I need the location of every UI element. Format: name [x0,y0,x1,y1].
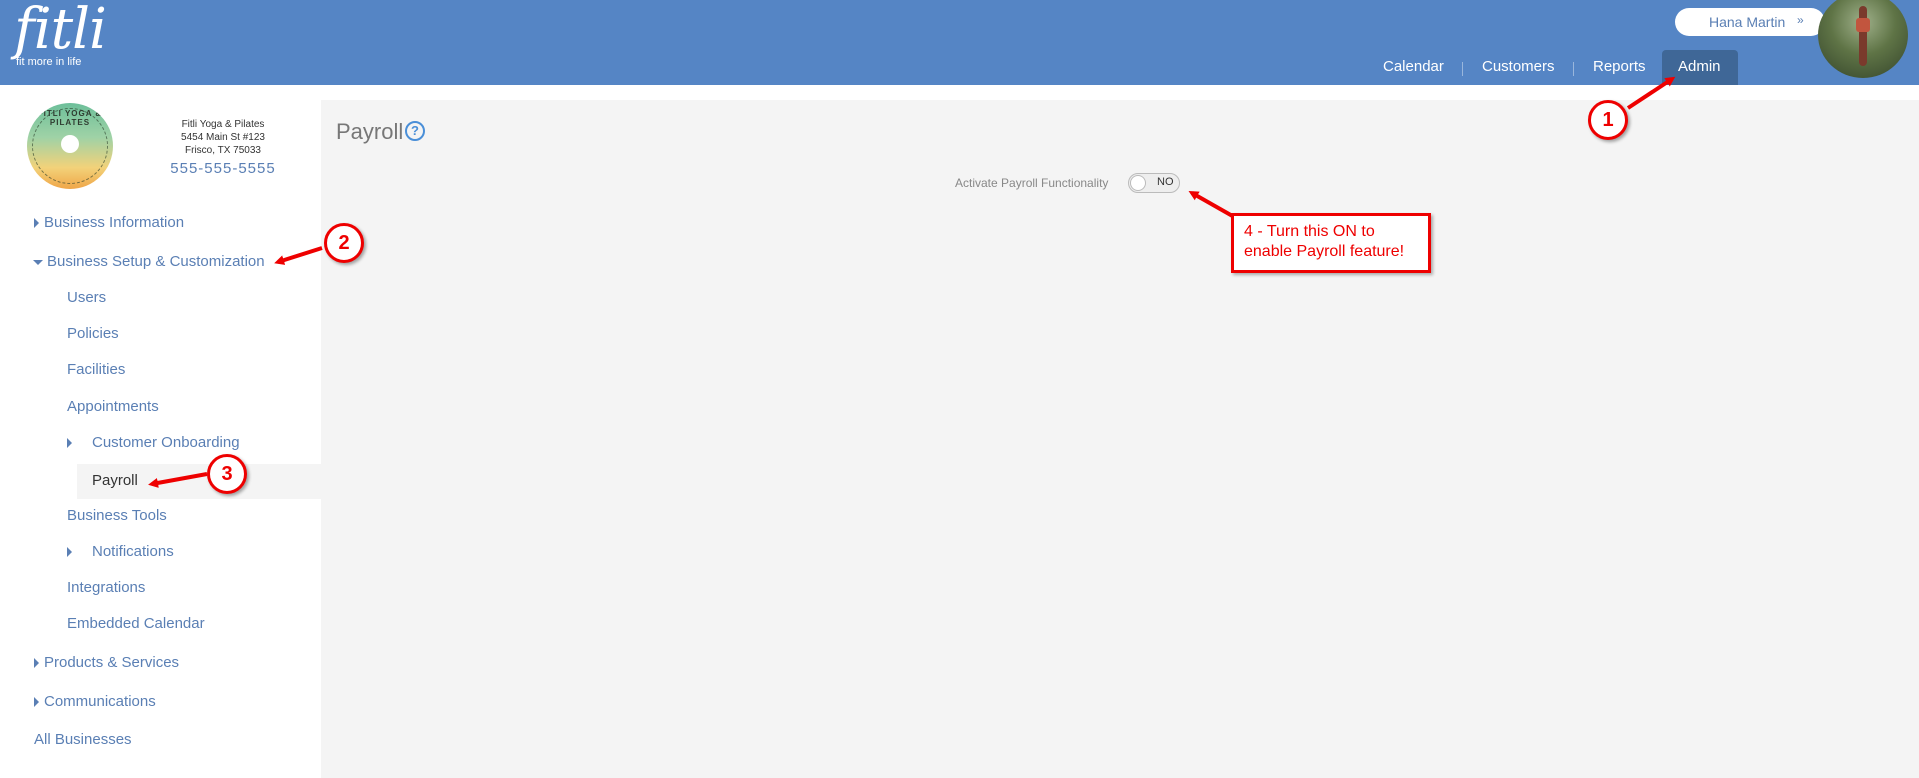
chevron-down-icon: » [1797,13,1804,27]
annotation-badge-1: 1 [1588,100,1628,140]
sidebar-item-payroll-label: Payroll [92,472,138,489]
nav-customers[interactable]: Customers [1482,58,1555,75]
sidebar-item-appointments[interactable]: Appointments [67,398,159,415]
sidebar-item-business-tools[interactable]: Business Tools [67,507,167,524]
sidebar-item-business-information[interactable]: Business Information [44,214,184,231]
business-phone[interactable]: 555-555-5555 [160,160,286,177]
annotation-badge-2: 2 [324,223,364,263]
sidebar-item-all-businesses[interactable]: All Businesses [34,731,132,748]
help-icon[interactable]: ? [405,121,425,141]
payroll-toggle-label: Activate Payroll Functionality [955,176,1109,190]
user-name: Hana Martin [1709,14,1786,30]
caret-right-icon[interactable] [67,438,72,448]
top-header: fitli fit more in life Hana Martin » Cal… [0,0,1919,85]
sidebar-item-embedded-calendar[interactable]: Embedded Calendar [67,615,205,632]
business-logo: FITLI YOGA & PILATES [27,103,113,189]
sidebar-item-facilities[interactable]: Facilities [67,361,125,378]
payroll-toggle[interactable]: NO [1128,173,1180,193]
nav-divider [1462,62,1463,76]
toggle-knob [1130,175,1146,191]
meditation-icon [61,135,79,153]
caret-right-icon[interactable] [67,547,72,557]
avatar-figure-top [1856,18,1870,32]
callout-line-1: 4 - Turn this ON to [1244,223,1375,240]
callout-line-2: enable Payroll feature! [1244,243,1405,260]
business-logo-text: FITLI YOGA & PILATES [37,109,103,127]
sidebar-item-integrations[interactable]: Integrations [67,579,145,596]
annotation-badge-3: 3 [207,454,247,494]
business-info: Fitli Yoga & Pilates 5454 Main St #123 F… [160,118,286,177]
nav-admin-label: Admin [1678,58,1721,75]
page-title: Payroll [336,119,404,144]
caret-right-icon[interactable] [34,658,39,668]
main-nav: Calendar Customers Reports Admin [0,50,1919,85]
arrow-2 [274,246,323,265]
nav-admin[interactable]: Admin [1662,50,1738,85]
user-menu[interactable]: Hana Martin » [1675,8,1825,36]
sidebar-item-policies[interactable]: Policies [67,325,119,342]
business-address-2: Frisco, TX 75033 [185,145,261,156]
caret-right-icon[interactable] [34,697,39,707]
sidebar-item-payroll[interactable]: Payroll [77,464,321,499]
sidebar-item-customer-onboarding[interactable]: Customer Onboarding [92,434,240,451]
caret-right-icon[interactable] [34,218,39,228]
annotation-callout-4: 4 - Turn this ON to enable Payroll featu… [1231,213,1431,273]
sidebar-item-products-services[interactable]: Products & Services [44,654,179,671]
sidebar-item-notifications[interactable]: Notifications [92,543,174,560]
sidebar-item-business-setup[interactable]: Business Setup & Customization [47,253,265,270]
sidebar-item-communications[interactable]: Communications [44,693,156,710]
nav-calendar[interactable]: Calendar [1383,58,1444,75]
main-content: Payroll ? Activate Payroll Functionality… [321,100,1919,778]
nav-reports[interactable]: Reports [1593,58,1646,75]
caret-down-icon[interactable] [33,260,43,265]
business-name: Fitli Yoga & Pilates [181,119,265,130]
nav-divider [1573,62,1574,76]
toggle-state: NO [1157,176,1174,188]
business-address-1: 5454 Main St #123 [181,132,265,143]
sidebar-item-users[interactable]: Users [67,289,106,306]
